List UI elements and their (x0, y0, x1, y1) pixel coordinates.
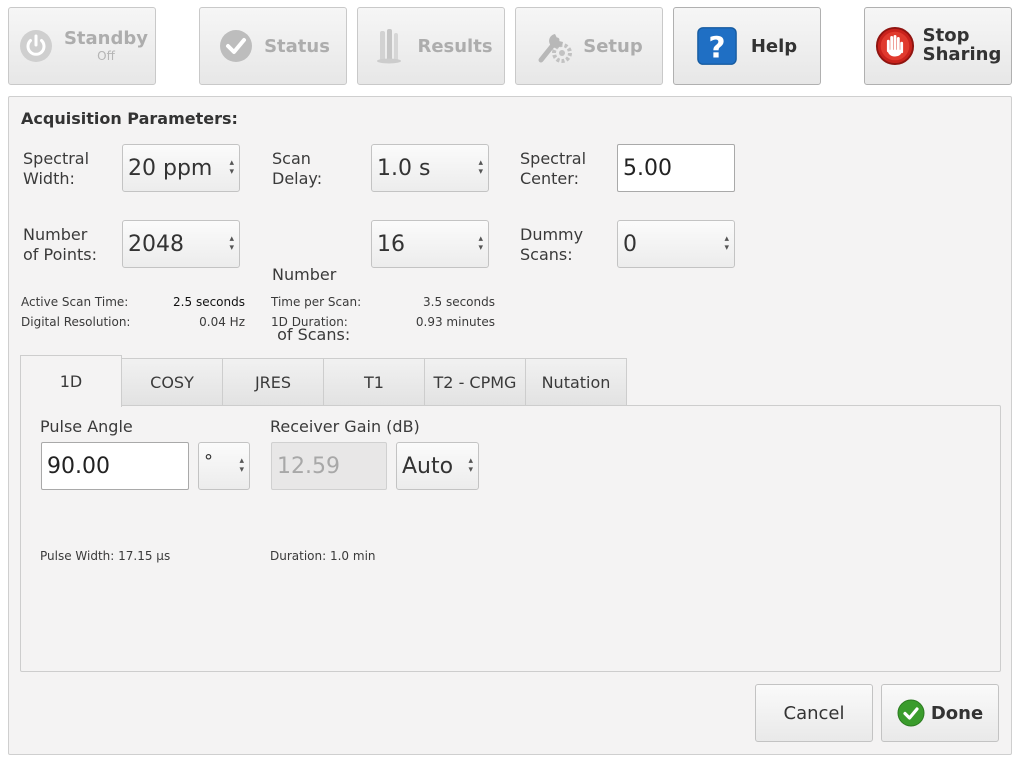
status-button: Status (199, 7, 347, 85)
pulse-angle-input[interactable]: 90.00 (41, 442, 189, 490)
dummy-scans-label: Dummy Scans: (520, 225, 584, 264)
active-scan-time-value: 2.5 seconds (173, 295, 245, 309)
setup-button: Setup (515, 7, 663, 85)
help-button[interactable]: ? Help (673, 7, 821, 85)
help-label: Help (750, 35, 798, 57)
results-icon (369, 26, 409, 66)
stop-sharing-line2: Sharing (922, 44, 1002, 65)
spectral-center-value: 5.00 (623, 155, 672, 181)
spinner-arrows-icon: ▴ ▾ (239, 456, 244, 475)
scan-delay-value: 1.0 s (377, 155, 431, 181)
wrench-gear-icon (535, 26, 575, 66)
pulse-angle-value: 90.00 (47, 453, 110, 479)
pulse-angle-unit-select[interactable]: ° ▴ ▾ (198, 442, 250, 490)
digital-resolution-label: Digital Resolution: (21, 315, 131, 329)
dummy-scans-value: 0 (623, 231, 637, 257)
spectral-width-label: Spectral Width: (23, 149, 90, 188)
spinner-arrows-icon: ▴ ▾ (724, 234, 729, 253)
stop-hand-icon (875, 26, 915, 66)
receiver-gain-value: 12.59 (277, 453, 340, 479)
check-circle-icon (897, 699, 925, 727)
receiver-gain-label: Receiver Gain (dB) (270, 417, 420, 436)
number-of-points-label: Number of Points: (23, 225, 97, 264)
time-per-scan-label: Time per Scan: (271, 295, 362, 309)
duration-note: Duration: 1.0 min (270, 549, 376, 563)
spinner-arrows-icon: ▴ ▾ (229, 158, 234, 177)
power-icon (16, 26, 56, 66)
spectral-center-input[interactable]: 5.00 (617, 144, 735, 192)
pulse-angle-label: Pulse Angle (40, 417, 133, 436)
tab-t2-cpmg[interactable]: T2 - CPMG (424, 358, 526, 406)
active-scan-time-label: Active Scan Time: (21, 295, 129, 309)
spinner-arrows-icon: ▴ ▾ (478, 158, 483, 177)
spinner-arrows-icon: ▴ ▾ (229, 234, 234, 253)
time-per-scan-value: 3.5 seconds (423, 295, 495, 309)
number-of-points-select[interactable]: 2048 ▴ ▾ (122, 220, 240, 268)
cancel-label: Cancel (783, 702, 845, 724)
done-label: Done (930, 702, 984, 724)
dummy-scans-select[interactable]: 0 ▴ ▾ (617, 220, 735, 268)
spectral-width-select[interactable]: 20 ppm ▴ ▾ (122, 144, 240, 192)
results-button: Results (357, 7, 505, 85)
number-of-points-value: 2048 (128, 231, 184, 257)
receiver-gain-mode-select[interactable]: Auto ▴ ▾ (396, 442, 479, 490)
cancel-button[interactable]: Cancel (755, 684, 873, 742)
svg-text:?: ? (708, 30, 725, 64)
done-button[interactable]: Done (881, 684, 999, 742)
tab-jres[interactable]: JRES (222, 358, 324, 406)
spectral-width-value: 20 ppm (128, 155, 213, 181)
results-label: Results (417, 35, 493, 57)
standby-label: Standby (63, 27, 149, 49)
acquisition-panel: Acquisition Parameters: Spectral Width: … (8, 96, 1012, 755)
duration-1d-label: 1D Duration: (271, 315, 348, 329)
question-icon: ? (697, 26, 737, 66)
pulse-angle-unit: ° (204, 451, 213, 472)
duration-1d-value: 0.93 minutes (415, 315, 495, 329)
number-of-scans-select[interactable]: 16 ▴ ▾ (371, 220, 489, 268)
tab-1d-pane: Pulse Angle 90.00 ° ▴ ▾ Receiver Gain (dB… (20, 405, 1001, 672)
tab-t1[interactable]: T1 (323, 358, 425, 406)
setup-label: Setup (583, 35, 643, 57)
spinner-arrows-icon: ▴ ▾ (468, 456, 473, 475)
receiver-gain-mode: Auto (402, 453, 454, 479)
checkmark-icon (216, 26, 256, 66)
tab-nutation[interactable]: Nutation (525, 358, 627, 406)
stop-sharing-button[interactable]: Stop Sharing (864, 7, 1012, 85)
status-label: Status (264, 35, 330, 57)
standby-button: Standby Off (8, 7, 156, 85)
standby-state: Off (97, 48, 115, 63)
number-of-scans-value: 16 (377, 231, 405, 257)
tab-cosy[interactable]: COSY (121, 358, 223, 406)
scan-delay-select[interactable]: 1.0 s ▴ ▾ (371, 144, 489, 192)
tab-1d[interactable]: 1D (20, 355, 122, 407)
digital-resolution-value: 0.04 Hz (199, 315, 245, 329)
acquisition-title: Acquisition Parameters: (21, 109, 238, 128)
receiver-gain-input: 12.59 (271, 442, 387, 490)
scan-delay-label: Scan Delay: (272, 149, 323, 188)
pulse-width-note: Pulse Width: 17.15 μs (40, 549, 171, 563)
spinner-arrows-icon: ▴ ▾ (478, 234, 483, 253)
spectral-center-label: Spectral Center: (520, 149, 587, 188)
